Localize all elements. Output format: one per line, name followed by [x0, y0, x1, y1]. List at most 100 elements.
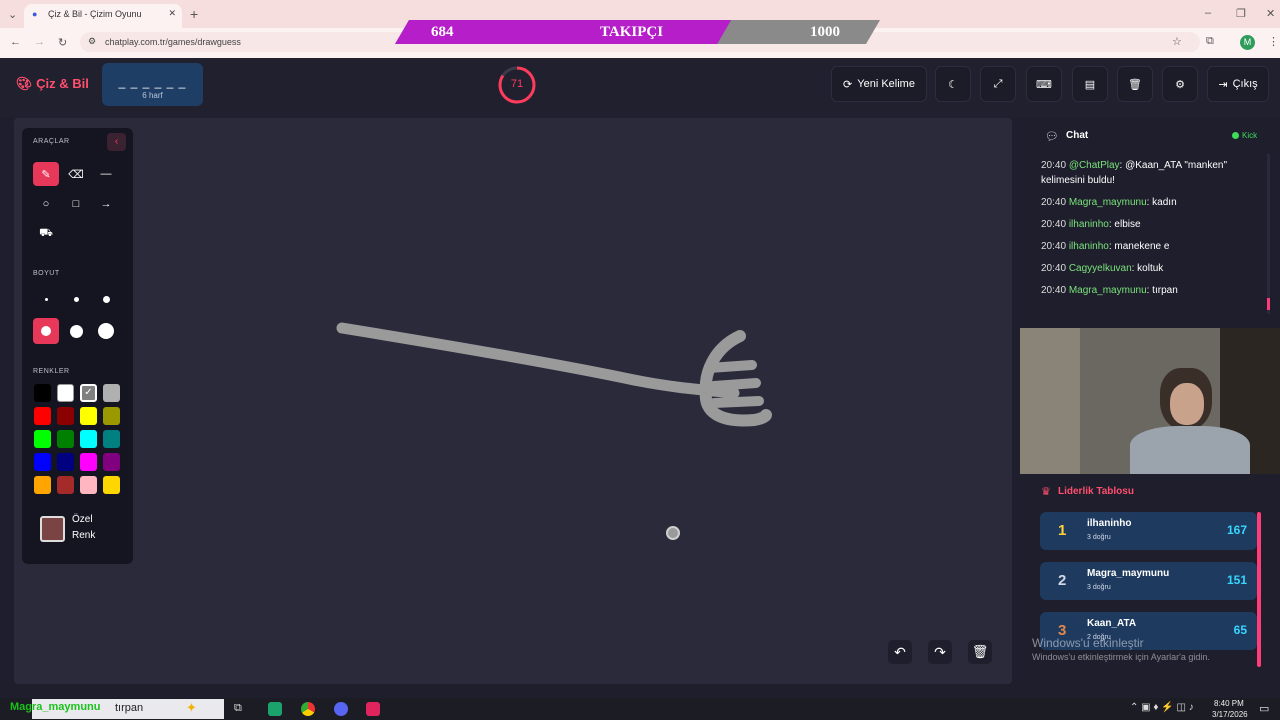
- redo-icon: ↷: [934, 644, 946, 660]
- color-swatch[interactable]: [57, 476, 74, 494]
- browser-tab[interactable]: ● Çiz & Bil - Çizim Oyunu ✕: [24, 4, 182, 28]
- color-swatch[interactable]: [80, 476, 97, 494]
- webcam-person-body: [1130, 426, 1250, 474]
- tray-icons[interactable]: ⌃ ▣ ♦ ⚡ ◫ ♪: [1130, 702, 1194, 713]
- browser-menu-icon[interactable]: ⋮: [1268, 35, 1279, 48]
- chat-user[interactable]: ilhaninho: [1069, 241, 1109, 252]
- undo-button[interactable]: ↶: [888, 640, 912, 664]
- color-swatch[interactable]: [103, 407, 120, 425]
- color-swatch[interactable]: [103, 430, 120, 448]
- color-swatch[interactable]: [103, 476, 120, 494]
- chat-user[interactable]: Magra_maymunu: [1069, 285, 1147, 296]
- chat-scrollbar[interactable]: [1267, 154, 1270, 314]
- chat-text: : kadın: [1146, 197, 1177, 208]
- leaderboard-name: Magra_maymunu: [1087, 568, 1170, 579]
- forward-icon[interactable]: →: [34, 36, 45, 48]
- new-word-button[interactable]: ⟳ Yeni Kelime: [831, 66, 927, 102]
- maximize-icon[interactable]: ❐: [1236, 7, 1246, 20]
- new-tab-icon[interactable]: +: [190, 6, 198, 22]
- circle-icon: ○: [42, 198, 50, 210]
- color-swatch[interactable]: [80, 407, 97, 425]
- minimize-icon[interactable]: –: [1205, 7, 1211, 19]
- discord-app-icon[interactable]: [334, 702, 348, 716]
- size-3[interactable]: [93, 287, 119, 311]
- chat-user[interactable]: ilhaninho: [1069, 219, 1109, 230]
- keyboard-icon: ⌨: [1036, 78, 1052, 91]
- color-swatch[interactable]: [103, 453, 120, 471]
- clear-canvas-button[interactable]: 🗑︎: [968, 640, 992, 664]
- redo-button[interactable]: ↷: [928, 640, 952, 664]
- reload-icon[interactable]: ↻: [58, 36, 67, 49]
- leaderboard-points: 151: [1226, 573, 1247, 587]
- store-app-icon[interactable]: [268, 702, 282, 716]
- pen-tool[interactable]: ✎: [33, 162, 59, 186]
- task-view-icon[interactable]: ⧉: [234, 702, 242, 715]
- bookmark-star-icon[interactable]: ☆: [1172, 35, 1182, 48]
- profile-avatar[interactable]: M: [1240, 35, 1255, 50]
- streaming-app-icon[interactable]: [366, 702, 380, 716]
- settings-button[interactable]: ⚙: [1162, 66, 1198, 102]
- notification-icon[interactable]: ▭: [1259, 702, 1269, 715]
- chat-user[interactable]: @ChatPlay: [1069, 160, 1120, 171]
- leaderboard-correct: 3 doğru: [1087, 584, 1111, 591]
- size-2[interactable]: [63, 287, 89, 311]
- size-1[interactable]: [33, 287, 59, 311]
- archive-icon: ▤: [1084, 78, 1096, 91]
- extensions-icon[interactable]: ⧉: [1206, 35, 1214, 48]
- color-swatch[interactable]: [34, 453, 51, 471]
- color-swatch[interactable]: [34, 407, 51, 425]
- delete-button[interactable]: 🗑︎: [1117, 66, 1153, 102]
- color-swatch[interactable]: [80, 430, 97, 448]
- drawing-canvas[interactable]: ↶ ↷ 🗑︎: [14, 118, 1012, 684]
- back-icon[interactable]: ←: [10, 36, 21, 48]
- size-4[interactable]: [33, 318, 59, 344]
- color-swatch[interactable]: [57, 407, 74, 425]
- circle-tool[interactable]: ○: [33, 192, 59, 216]
- arrow-tool[interactable]: →: [93, 192, 119, 216]
- leaderboard-row: 2 Magra_maymunu 3 doğru 151: [1040, 562, 1257, 600]
- color-swatch[interactable]: [34, 430, 51, 448]
- line-tool[interactable]: —: [93, 162, 119, 186]
- size-dot-icon: [69, 324, 83, 338]
- color-swatch[interactable]: [34, 476, 51, 494]
- custom-color-swatch[interactable]: [40, 516, 65, 542]
- color-swatch[interactable]: [103, 384, 120, 402]
- size-title: BOYUT: [33, 270, 60, 277]
- sparkle-icon: ✦: [186, 700, 197, 715]
- color-swatch[interactable]: [34, 384, 51, 402]
- chat-user[interactable]: Cagyyelkuvan: [1069, 263, 1132, 274]
- chevron-left-icon: ‹: [114, 136, 119, 147]
- color-swatch[interactable]: [57, 430, 74, 448]
- close-window-icon[interactable]: ✕: [1266, 7, 1275, 20]
- fill-tool[interactable]: ⛟: [33, 222, 59, 246]
- leaderboard-name: ilhaninho: [1087, 518, 1132, 529]
- tab-list-icon[interactable]: ⌄: [8, 8, 17, 21]
- color-swatch[interactable]: [80, 453, 97, 471]
- size-dot-icon: [41, 326, 51, 336]
- color-swatch[interactable]: [57, 384, 74, 402]
- logout-button[interactable]: ⇥ Çıkış: [1207, 66, 1269, 102]
- collapse-panel-button[interactable]: ‹: [107, 133, 126, 151]
- app-logo[interactable]: 🎨︎ Çiz & Bil: [16, 76, 89, 92]
- eraser-tool[interactable]: ⌫: [63, 162, 89, 186]
- size-5[interactable]: [63, 318, 89, 344]
- archive-button[interactable]: ▤: [1072, 66, 1108, 102]
- chat-text: : manekene e: [1108, 241, 1170, 252]
- close-tab-icon[interactable]: ✕: [168, 8, 176, 19]
- chrome-app-icon[interactable]: [301, 702, 315, 716]
- site-info-icon[interactable]: ⚙: [88, 36, 96, 47]
- fullscreen-button[interactable]: ⤢: [980, 66, 1016, 102]
- leaderboard-points: 65: [1233, 623, 1247, 637]
- keyboard-button[interactable]: ⌨: [1026, 66, 1062, 102]
- size-6[interactable]: [93, 318, 119, 344]
- chat-panel: 💬︎ Chat Kick 20:40 @ChatPlay: @Kaan_ATA …: [1033, 120, 1273, 316]
- gear-icon: ⚙: [1175, 78, 1185, 91]
- chat-scroll-thumb[interactable]: [1267, 298, 1270, 310]
- rectangle-tool[interactable]: □: [63, 192, 89, 216]
- chat-time: 20:40: [1041, 197, 1067, 208]
- theme-toggle-button[interactable]: ☾: [935, 66, 971, 102]
- color-swatch[interactable]: [57, 453, 74, 471]
- color-swatch[interactable]: ✓: [80, 384, 97, 402]
- leaderboard-scrollbar[interactable]: [1257, 512, 1261, 667]
- chat-user[interactable]: Magra_maymunu: [1069, 197, 1147, 208]
